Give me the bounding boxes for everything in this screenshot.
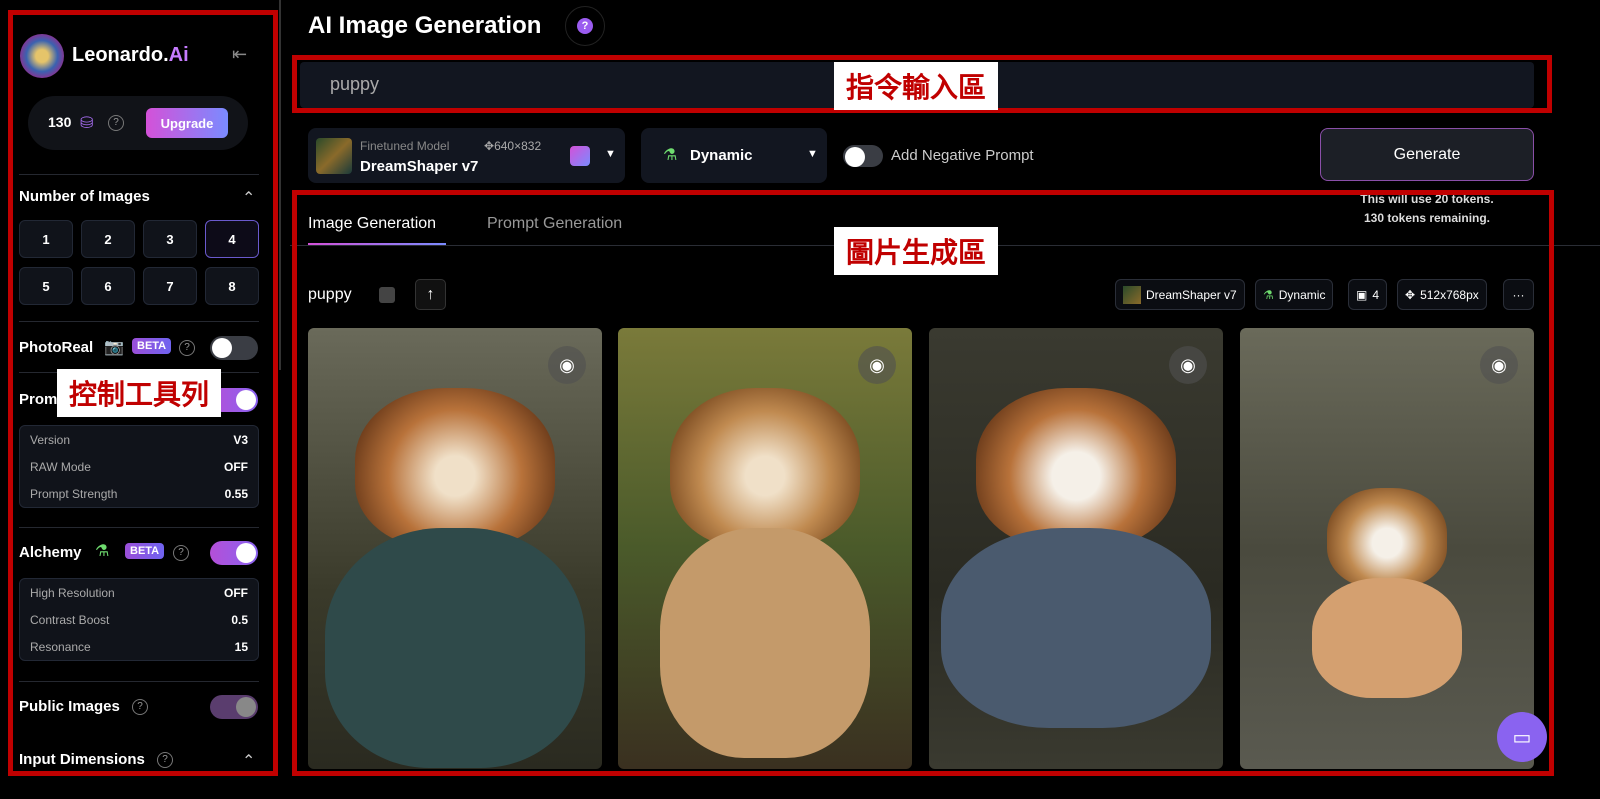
move-icon: ✥ (1405, 287, 1416, 302)
model-thumbnail (1123, 285, 1141, 304)
photoreal-label: PhotoReal (19, 339, 94, 356)
copy-icon[interactable] (379, 287, 395, 303)
divider (19, 527, 259, 528)
generated-image[interactable]: ◉ (1240, 328, 1534, 769)
potion-icon: ⚗ (1263, 287, 1274, 302)
eye-icon[interactable]: ◉ (858, 346, 896, 384)
chip-size: ✥ 512x768px (1397, 279, 1487, 310)
setting-row: Version V3 (30, 432, 248, 447)
number-option-8[interactable]: 8 (205, 267, 259, 305)
chip-count-label: 4 (1372, 287, 1380, 302)
tab-image-generation[interactable]: Image Generation (308, 215, 436, 233)
annotation-label-gallery: 圖片生成區 (834, 227, 999, 275)
number-option-2[interactable]: 2 (81, 220, 135, 258)
help-icon[interactable]: ? (173, 545, 189, 561)
model-info-icon[interactable] (570, 146, 590, 166)
more-options-button[interactable]: ··· (1503, 279, 1534, 310)
chip-count: ▣ 4 (1348, 279, 1388, 310)
number-option-1[interactable]: 1 (19, 220, 73, 258)
collapse-sidebar-icon[interactable]: ⇤ (232, 44, 247, 65)
chevron-up-icon[interactable]: ⌃ (242, 188, 255, 208)
beta-badge: BETA (132, 338, 172, 354)
tokens-remaining: 130 tokens remaining. (1363, 211, 1491, 225)
alchemy-toggle[interactable] (210, 541, 258, 565)
help-button[interactable]: ? (565, 6, 605, 46)
negative-prompt-label: Add Negative Prompt (891, 147, 1034, 164)
tab-prompt-generation[interactable]: Prompt Generation (487, 215, 622, 233)
generated-image[interactable]: ◉ (929, 328, 1223, 769)
number-option-5[interactable]: 5 (19, 267, 73, 305)
photoreal-toggle[interactable] (210, 336, 258, 360)
help-icon[interactable]: ? (132, 699, 148, 715)
number-option-6[interactable]: 6 (81, 267, 135, 305)
chip-style: ⚗ Dynamic (1255, 279, 1334, 310)
number-option-7[interactable]: 7 (143, 267, 197, 305)
divider (19, 681, 259, 682)
divider (19, 321, 259, 322)
images-icon: ▣ (1356, 287, 1368, 302)
reuse-prompt-button[interactable]: ↑ (415, 279, 446, 310)
sidebar-scrollbar[interactable] (279, 0, 281, 370)
generated-image[interactable]: ◉ (308, 328, 602, 769)
chip-model: DreamShaper v7 (1115, 279, 1245, 310)
coins-icon: ⛁ (80, 115, 94, 132)
potion-icon: ⚗ (95, 543, 110, 560)
brand-name: Leonardo.Ai (72, 44, 189, 66)
prompt-magic-settings[interactable]: Version V3 RAW Mode OFF Prompt Strength 0.5… (19, 425, 259, 508)
public-images-label: Public Images (19, 698, 120, 715)
number-of-images-title: Number of Images (19, 188, 150, 205)
help-icon[interactable]: ? (179, 340, 195, 356)
style-value: Dynamic (690, 147, 753, 164)
help-icon[interactable]: ? (108, 115, 124, 131)
potion-icon: ⚗ (663, 147, 678, 164)
model-name: DreamShaper v7 (360, 158, 479, 175)
number-option-3[interactable]: 3 (143, 220, 197, 258)
generate-button[interactable]: Generate (1320, 128, 1534, 181)
chip-style-label: Dynamic (1278, 287, 1326, 302)
help-icon[interactable]: ? (157, 752, 173, 768)
chip-size-label: 512x768px (1420, 287, 1479, 302)
model-thumbnail (316, 138, 352, 174)
setting-row: Resonance 15 (30, 639, 248, 654)
beta-badge: BETA (125, 543, 165, 559)
model-dimensions: ✥640×832 (484, 139, 542, 153)
alchemy-label: Alchemy (19, 544, 82, 561)
help-icon: ? (577, 18, 593, 34)
divider (19, 174, 259, 175)
dropdown-caret-icon[interactable]: ▼ (605, 148, 616, 160)
token-usage: This will use 20 tokens. (1360, 192, 1494, 206)
camera-icon: 📷 (104, 339, 124, 356)
generated-image[interactable]: ◉ (618, 328, 912, 769)
alchemy-settings[interactable]: High Resolution OFF Contrast Boost 0.5 Res… (19, 578, 259, 661)
chat-support-button[interactable]: ▭ (1497, 712, 1547, 762)
negative-prompt-toggle[interactable] (843, 145, 883, 167)
public-images-toggle[interactable] (210, 695, 258, 719)
setting-row: Contrast Boost 0.5 (30, 612, 248, 627)
annotation-label-sidebar: 控制工具列 (57, 369, 222, 417)
arrow-up-icon: ↑ (426, 285, 435, 303)
token-note: This will use 20 tokens. 130 tokens remai… (1300, 190, 1554, 228)
generation-prompt: puppy (308, 286, 352, 303)
chevron-up-icon[interactable]: ⌃ (242, 751, 255, 771)
upgrade-button[interactable]: Upgrade (146, 108, 228, 138)
eye-icon[interactable]: ◉ (548, 346, 586, 384)
setting-row: High Resolution OFF (30, 585, 248, 600)
credits-count: 130 (48, 114, 72, 130)
leonardo-logo (20, 34, 64, 78)
setting-row: RAW Mode OFF (30, 459, 248, 474)
setting-row: Prompt Strength 0.55 (30, 486, 248, 501)
model-type-label: Finetuned Model (360, 139, 450, 153)
input-dimensions-label: Input Dimensions (19, 751, 145, 768)
number-option-4[interactable]: 4 (205, 220, 259, 258)
chip-model-label: DreamShaper v7 (1146, 287, 1237, 302)
page-title: AI Image Generation (308, 12, 542, 39)
eye-icon[interactable]: ◉ (1169, 346, 1207, 384)
eye-icon[interactable]: ◉ (1480, 346, 1518, 384)
chat-icon: ▭ (1512, 726, 1532, 749)
dropdown-caret-icon[interactable]: ▼ (807, 148, 818, 160)
annotation-label-prompt: 指令輸入區 (834, 62, 999, 110)
